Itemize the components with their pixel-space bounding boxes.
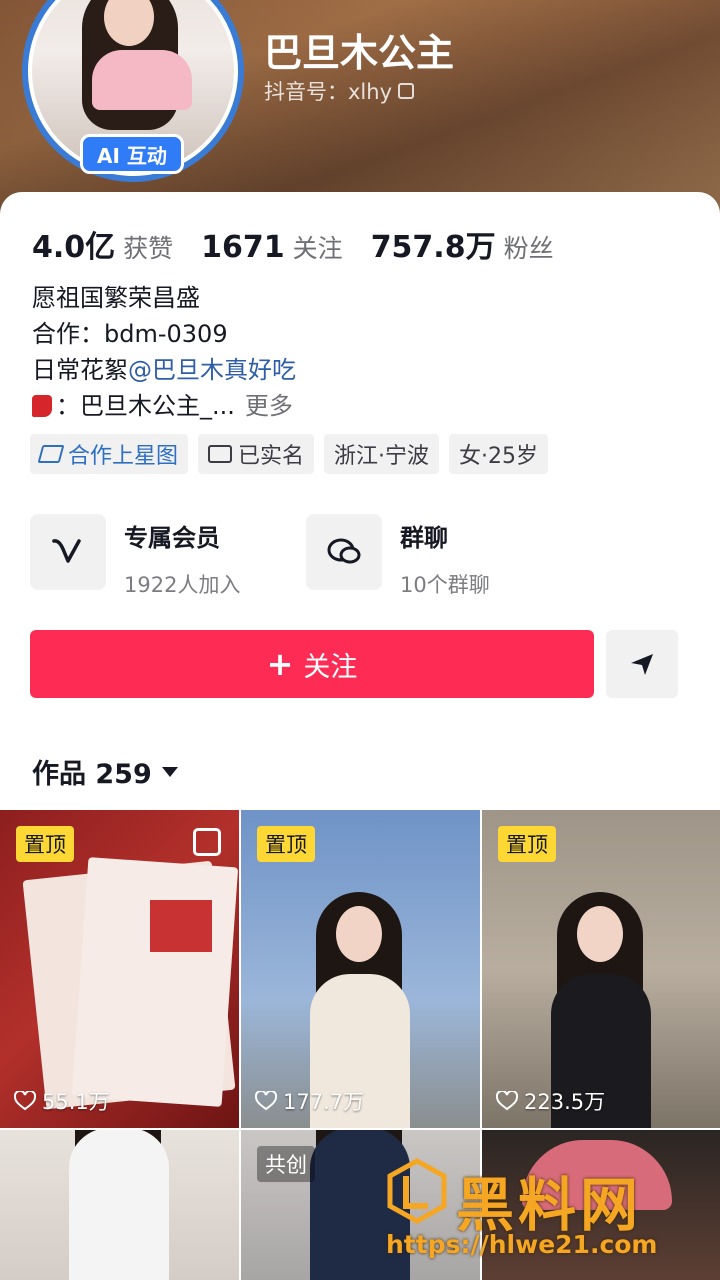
nickname: 巴旦木公主: [264, 31, 455, 75]
send-message-button[interactable]: [606, 630, 678, 698]
stats-row: 4.0亿 获赞 1671 关注 757.8万 粉丝: [32, 222, 574, 266]
followers-label[interactable]: 粉丝: [504, 229, 554, 265]
douyin-id[interactable]: 抖音号：xlhy: [264, 76, 414, 106]
bio-text: 日常花絮: [32, 356, 128, 384]
video-thumbnail[interactable]: 置顶 177.7万: [241, 810, 480, 1128]
feature-membership[interactable]: 专属会员 1922人加入: [30, 514, 240, 599]
heart-icon: [496, 1091, 518, 1111]
watermark-url: https://hlwe21.com: [386, 1230, 658, 1259]
feature-title: 群聊: [400, 524, 448, 552]
bio-line: 合作：bdm-0309: [32, 320, 228, 348]
heart-icon: [255, 1091, 277, 1111]
likes-label: 获赞: [123, 234, 174, 263]
feature-title: 专属会员: [124, 524, 220, 552]
bio-line: 日常花絮@巴旦木真好吃: [32, 352, 296, 388]
bio-line: 愿祖国繁荣昌盛: [32, 284, 200, 312]
pinned-badge: 置顶: [498, 826, 556, 862]
plus-icon: +: [266, 645, 294, 683]
follow-button[interactable]: + 关注: [30, 630, 594, 698]
likes-count: 4.0亿: [32, 230, 116, 265]
bio-line: ：巴旦木公主_... 更多: [32, 388, 296, 424]
likes-text: 177.7万: [283, 1090, 365, 1114]
ai-interact-badge[interactable]: AI 互动: [80, 134, 184, 174]
video-thumbnail[interactable]: 置顶 223.5万: [482, 810, 720, 1128]
heart-icon: [14, 1091, 36, 1111]
video-likes: 223.5万: [496, 1086, 605, 1116]
co-create-badge: 共创: [257, 1146, 315, 1182]
douyin-id-text: 抖音号：xlhy: [264, 80, 392, 104]
tag-label: 已实名: [238, 444, 305, 469]
tag-label: 合作上星图: [68, 444, 179, 469]
likes-text: 223.5万: [524, 1090, 606, 1114]
video-likes: 177.7万: [255, 1086, 364, 1116]
copy-icon[interactable]: [398, 83, 414, 99]
id-card-icon: [208, 445, 233, 463]
caret-down-icon: [161, 766, 178, 777]
bio-text: ：巴旦木公主_...: [56, 392, 235, 420]
bio-more-link[interactable]: 更多: [245, 392, 293, 420]
tag-label: 女·25岁: [459, 444, 539, 469]
followers-count[interactable]: 757.8万: [371, 222, 496, 266]
tag-gender-age: 女·25岁: [449, 434, 549, 474]
likes-text: 55.1万: [42, 1090, 110, 1114]
feature-subtitle: 1922人加入: [124, 573, 241, 597]
send-icon: [631, 654, 653, 675]
works-label: 作品 259: [32, 759, 152, 790]
watermark-logo-icon: [387, 1158, 447, 1224]
pinned-badge: 置顶: [16, 826, 74, 862]
multi-image-icon: [193, 828, 221, 856]
star-map-icon: [37, 445, 65, 463]
following-count[interactable]: 1671: [201, 230, 285, 265]
pinned-badge: 置顶: [257, 826, 315, 862]
tag-star-map[interactable]: 合作上星图: [30, 434, 189, 474]
tag-verified[interactable]: 已实名: [198, 434, 315, 474]
chat-bubble-icon: [306, 514, 382, 590]
following-label[interactable]: 关注: [293, 229, 343, 265]
bio: 愿祖国繁荣昌盛 合作：bdm-0309 日常花絮@巴旦木真好吃 ：巴旦木公主_.…: [32, 280, 296, 424]
works-tab[interactable]: 作品 259: [32, 752, 178, 791]
mention-link[interactable]: @巴旦木真好吃: [128, 356, 296, 384]
feature-subtitle: 10个群聊: [400, 573, 490, 597]
tag-label: 浙江·宁波: [334, 444, 430, 469]
video-thumbnail[interactable]: 置顶 55.1万: [0, 810, 239, 1128]
tag-row: 合作上星图 已实名 浙江·宁波 女·25岁: [30, 434, 549, 474]
tag-location: 浙江·宁波: [324, 434, 440, 474]
video-likes: 55.1万: [14, 1086, 110, 1116]
scarf-emoji-icon: [32, 395, 52, 417]
vip-v-icon: [30, 514, 106, 590]
follow-label: 关注: [303, 651, 358, 683]
profile-card: 4.0亿 获赞 1671 关注 757.8万 粉丝 愿祖国繁荣昌盛 合作：bdm…: [0, 192, 720, 1280]
feature-group-chat[interactable]: 群聊 10个群聊: [306, 514, 490, 599]
video-thumbnail[interactable]: [0, 1130, 239, 1280]
